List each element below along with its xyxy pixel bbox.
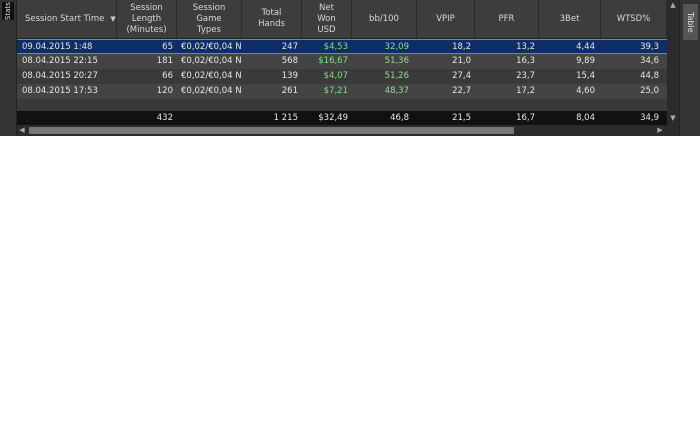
scroll-down-icon[interactable]: ▼ — [667, 113, 679, 123]
cell-start-time: 09.04.2015 1:48 — [22, 42, 93, 52]
cell-vpip: 21,0 — [452, 56, 471, 66]
total-length: 432 — [156, 113, 173, 123]
table-tab-label[interactable]: Table — [683, 4, 698, 40]
cell-3bet: 4,44 — [576, 42, 595, 52]
scroll-right-icon[interactable]: ▶ — [655, 125, 665, 136]
table-side-tab[interactable]: Table — [679, 0, 700, 136]
cell-pfr: 16,3 — [516, 56, 535, 66]
cell-vpip: 18,2 — [452, 42, 471, 52]
col-header-pfr[interactable]: PFR — [475, 0, 539, 38]
cell-length: 65 — [162, 42, 173, 52]
cell-length: 66 — [162, 71, 173, 81]
stats-tab-label[interactable]: Stats — [2, 2, 14, 20]
sessions-grid: Session Start Time ▼ Session Length (Min… — [17, 0, 667, 136]
scroll-left-icon[interactable]: ◀ — [17, 125, 27, 136]
cell-net-won: $7,21 — [323, 86, 348, 96]
cell-bb100: 48,37 — [384, 86, 409, 96]
cell-game-type: €0,02/€0,04 NI — [181, 71, 242, 81]
cell-wtsd: 25,0 — [640, 86, 659, 96]
total-pfr: 16,7 — [516, 113, 535, 123]
cell-pfr: 17,2 — [516, 86, 535, 96]
cell-3bet: 9,89 — [576, 56, 595, 66]
stats-side-tab[interactable]: Stats — [0, 0, 17, 136]
col-header-game-types[interactable]: Session Game Types — [177, 0, 242, 38]
cell-net-won: $4,53 — [323, 42, 348, 52]
total-3bet: 8,04 — [576, 113, 595, 123]
col-header-wtsd[interactable]: WTSD% — [601, 0, 667, 38]
total-bb100: 46,8 — [390, 113, 409, 123]
cell-vpip: 27,4 — [452, 71, 471, 81]
table-row[interactable]: 08.04.2015 20:27 66 €0,02/€0,04 NI 139 $… — [17, 69, 667, 84]
cell-hands: 568 — [281, 56, 298, 66]
col-header-3bet[interactable]: 3Bet — [539, 0, 601, 38]
cell-hands: 139 — [281, 71, 298, 81]
cell-3bet: 4,60 — [576, 86, 595, 96]
cell-length: 120 — [156, 86, 173, 96]
col-header-bb100[interactable]: bb/100 — [352, 0, 417, 38]
horizontal-scrollbar[interactable]: ◀ ▶ — [17, 125, 667, 136]
cell-net-won: $4,07 — [323, 71, 348, 81]
cell-pfr: 13,2 — [516, 42, 535, 52]
table-row[interactable]: 08.04.2015 17:53 120 €0,02/€0,04 NI 261 … — [17, 84, 667, 99]
cell-pfr: 23,7 — [516, 71, 535, 81]
cell-length: 181 — [156, 56, 173, 66]
col-header-vpip[interactable]: VPIP — [417, 0, 475, 38]
cell-3bet: 15,4 — [576, 71, 595, 81]
sort-desc-icon[interactable]: ▼ — [110, 14, 115, 25]
table-row[interactable]: 09.04.2015 1:48 65 €0,02/€0,04 NI 247 $4… — [17, 39, 667, 54]
cell-net-won: $16,67 — [318, 56, 348, 66]
vertical-scrollbar[interactable]: ▲ ▼ — [667, 0, 679, 125]
total-wtsd: 34,9 — [640, 113, 659, 123]
cell-game-type: €0,02/€0,04 NI — [181, 56, 242, 66]
col-header-length[interactable]: Session Length (Minutes) — [117, 0, 177, 38]
stats-panel: Stats Session Start Time ▼ Session Lengt… — [0, 0, 700, 136]
col-header-total-hands[interactable]: Total Hands — [242, 0, 302, 38]
cell-wtsd: 34,6 — [640, 56, 659, 66]
col-header-label: Session Start Time — [25, 13, 105, 24]
total-hands: 1 215 — [273, 113, 298, 123]
cell-hands: 261 — [281, 86, 298, 96]
cell-bb100: 51,26 — [384, 71, 409, 81]
scroll-up-icon[interactable]: ▲ — [667, 0, 679, 10]
cell-wtsd: 39,3 — [640, 42, 659, 52]
totals-row: 432 1 215 $32,49 46,8 21,5 16,7 8,04 34,… — [17, 111, 667, 125]
cell-game-type: €0,02/€0,04 NI — [181, 86, 242, 96]
cell-game-type: €0,02/€0,04 NI — [181, 42, 242, 52]
cell-vpip: 22,7 — [452, 86, 471, 96]
cell-start-time: 08.04.2015 22:15 — [22, 56, 98, 66]
cell-start-time: 08.04.2015 17:53 — [22, 86, 98, 96]
grid-header: Session Start Time ▼ Session Length (Min… — [17, 0, 667, 39]
table-row[interactable]: 08.04.2015 22:15 181 €0,02/€0,04 NI 568 … — [17, 54, 667, 69]
col-header-net-won[interactable]: Net Won USD — [302, 0, 352, 38]
cell-bb100: 32,09 — [384, 42, 409, 52]
total-vpip: 21,5 — [452, 113, 471, 123]
cell-wtsd: 44,8 — [640, 71, 659, 81]
cell-hands: 247 — [281, 42, 298, 52]
horizontal-scroll-thumb[interactable] — [29, 127, 514, 134]
col-header-start-time[interactable]: Session Start Time ▼ — [17, 0, 117, 38]
total-net-won: $32,49 — [318, 113, 348, 123]
cell-bb100: 51,36 — [384, 56, 409, 66]
cell-start-time: 08.04.2015 20:27 — [22, 71, 98, 81]
